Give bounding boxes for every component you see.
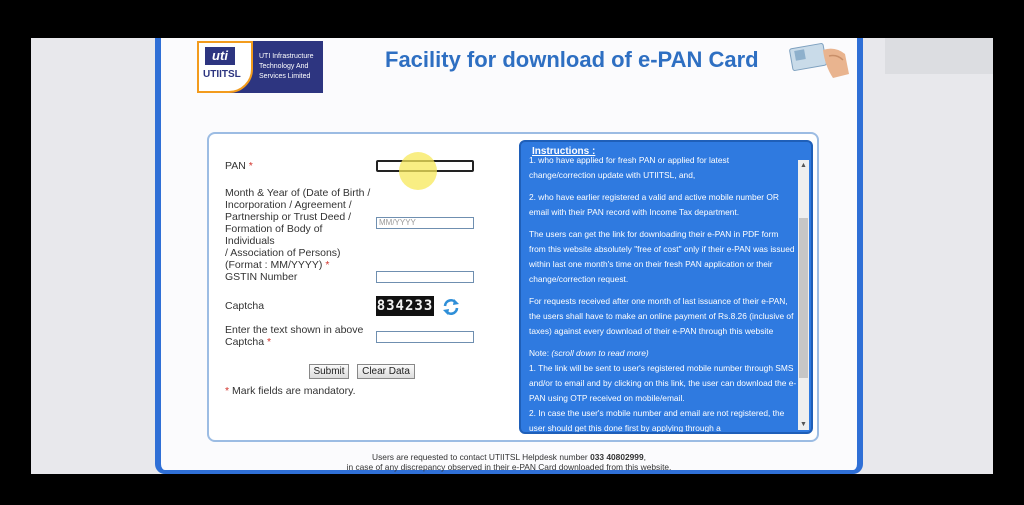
dob-input[interactable]: MM/YYYY xyxy=(376,217,474,229)
captcha-image: 834233 xyxy=(376,296,434,316)
cursor-highlight xyxy=(399,152,437,190)
scroll-up-icon[interactable]: ▲ xyxy=(800,162,807,169)
utiitsl-logo: uti UTIITSL UTI Infrastructure Technolog… xyxy=(197,41,323,93)
helpdesk-note-line2: in case of any discrepancy observed in t… xyxy=(346,462,672,472)
logo-uti-text: uti xyxy=(205,47,235,65)
logo-mark: uti UTIITSL xyxy=(197,41,253,93)
captcha-label: Captcha xyxy=(225,300,265,312)
instructions-text: 1. who have applied for fresh PAN or app… xyxy=(529,155,797,433)
captcha-input[interactable] xyxy=(376,331,474,343)
instructions-panel[interactable]: 1. who have applied for fresh PAN or app… xyxy=(519,140,813,434)
browser-viewport: uti UTIITSL UTI Infrastructure Technolog… xyxy=(31,38,993,474)
page-title: Facility for download of e-PAN Card xyxy=(385,47,759,72)
logo-utiitsl-text: UTIITSL xyxy=(203,69,241,80)
pan-label: PAN * xyxy=(225,160,253,172)
instructions-title: Instructions : xyxy=(530,146,598,157)
dob-label: Month & Year of (Date of Birth / Incorpo… xyxy=(225,187,371,271)
gstin-input[interactable] xyxy=(376,271,474,283)
background-panel xyxy=(885,38,993,74)
scroll-down-icon[interactable]: ▼ xyxy=(800,421,807,428)
logo-company-name: UTI Infrastructure Technology And Servic… xyxy=(259,53,314,80)
captcha-input-label: Enter the text shown in above Captcha * xyxy=(225,324,364,348)
submit-button[interactable]: Submit xyxy=(309,364,349,379)
instructions-scrollbar[interactable]: ▲ ▼ xyxy=(798,160,809,430)
helpdesk-note-line1: Users are requested to contact UTIITSL H… xyxy=(372,452,646,462)
pan-card-hand-icon xyxy=(789,43,849,78)
page-container: uti UTIITSL UTI Infrastructure Technolog… xyxy=(155,38,863,474)
gstin-label: GSTIN Number xyxy=(225,271,298,283)
mandatory-note: * Mark fields are mandatory. xyxy=(225,385,356,397)
clear-data-button[interactable]: Clear Data xyxy=(357,364,415,379)
refresh-captcha-icon[interactable] xyxy=(441,297,461,317)
scroll-thumb[interactable] xyxy=(799,218,808,378)
epan-form: PAN * Month & Year of (Date of Birth / I… xyxy=(207,132,819,442)
